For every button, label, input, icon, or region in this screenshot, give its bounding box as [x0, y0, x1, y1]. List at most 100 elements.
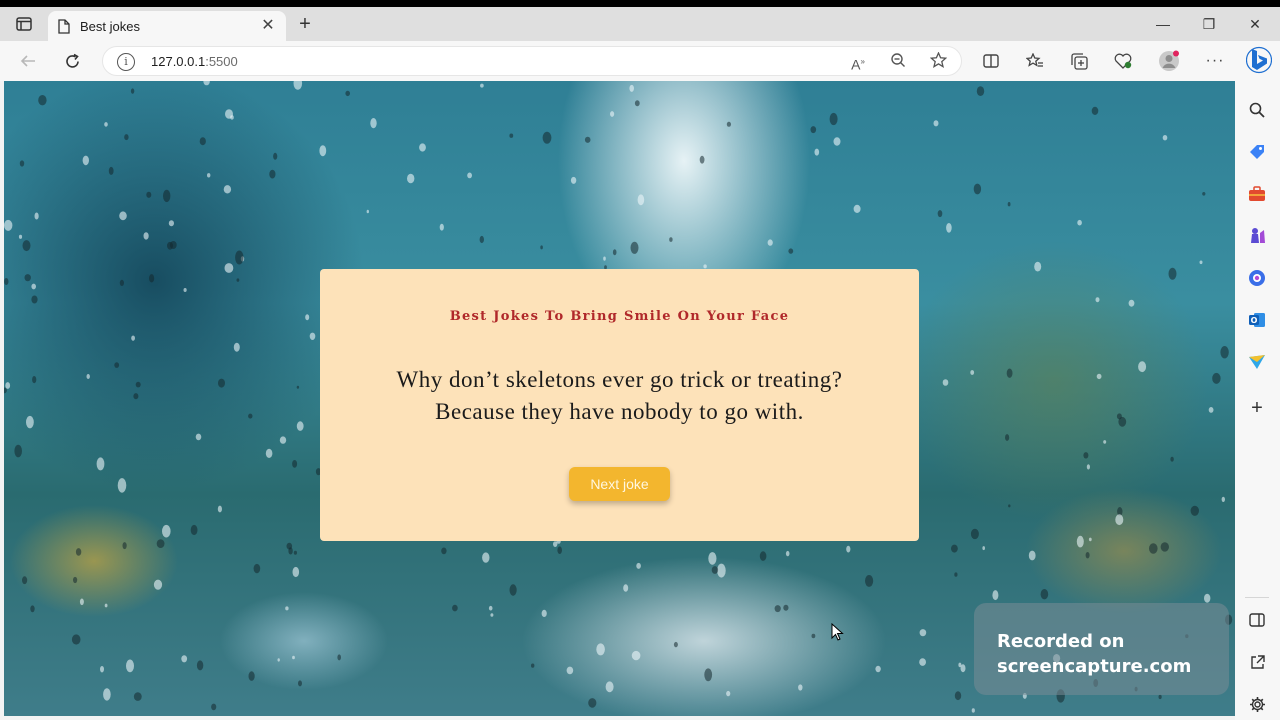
rain-drop [509, 133, 514, 138]
rain-drop [584, 136, 591, 143]
rain-drop [71, 634, 81, 645]
rain-drop [19, 160, 25, 167]
heart-pulse-icon [1114, 53, 1132, 69]
recording-watermark: Recorded on screencapture.com [974, 603, 1229, 695]
rain-drop [119, 211, 127, 221]
refresh-icon [65, 53, 79, 68]
rain-drop [345, 90, 351, 97]
split-screen-icon [983, 54, 999, 68]
sidebar-tools-button[interactable] [1246, 183, 1268, 205]
rain-drop [1091, 106, 1099, 115]
restore-button[interactable]: ❐ [1198, 13, 1220, 35]
rain-drop [1208, 407, 1214, 413]
rain-drop [637, 194, 645, 206]
address-bar[interactable]: i 127.0.0.1:5500 A» [102, 46, 962, 76]
next-joke-button[interactable]: Next joke [569, 467, 670, 501]
minimize-button[interactable]: — [1152, 13, 1174, 35]
rain-drop [669, 237, 673, 242]
rain-drop [24, 274, 31, 282]
read-aloud-icon[interactable]: A» [848, 52, 868, 73]
sidebar-drop-button[interactable] [1246, 351, 1268, 373]
sidebar-m365-button[interactable] [1246, 267, 1268, 289]
rain-drop [610, 111, 615, 117]
rain-drop [26, 415, 34, 429]
rain-drop [1160, 542, 1170, 552]
sidebar-add-button[interactable]: + [1246, 397, 1268, 419]
browser-essentials-button[interactable] [1111, 49, 1135, 73]
rain-drop [86, 374, 90, 379]
tab-strip: Best jokes ✕ + — ❐ ✕ [0, 7, 1280, 41]
rain-drop [467, 172, 472, 179]
edge-sidebar: O + [1235, 81, 1280, 720]
rain-drop [717, 563, 726, 578]
favorites-button[interactable] [1023, 49, 1047, 73]
rain-drop [480, 83, 484, 88]
rain-drop [370, 118, 377, 129]
sidebar-open-external-button[interactable] [1246, 651, 1268, 673]
rain-drop [783, 604, 789, 611]
tab-actions-button[interactable] [10, 13, 38, 35]
rain-drop [603, 256, 606, 261]
joke-text: Why don’t skeletons ever go trick or tre… [350, 364, 889, 428]
profile-button[interactable] [1157, 49, 1181, 73]
new-tab-button[interactable]: + [294, 14, 316, 36]
rain-drop [122, 542, 127, 550]
rain-drop [319, 145, 327, 157]
rain-drop [992, 590, 999, 601]
rain-drop [1204, 593, 1211, 603]
sidebar-outlook-button[interactable]: O [1246, 309, 1268, 331]
rain-drop [439, 223, 444, 231]
more-options-button[interactable]: ··· [1203, 49, 1227, 73]
rain-drop [199, 137, 206, 146]
rain-drop [566, 666, 574, 675]
rain-drop [153, 579, 163, 590]
rain-drop [1008, 504, 1011, 508]
sidebar-games-button[interactable] [1246, 225, 1268, 247]
rain-drop [726, 690, 731, 697]
copilot-button[interactable] [1245, 45, 1273, 75]
sidebar-hide-button[interactable] [1246, 609, 1268, 631]
close-tab-icon[interactable]: ✕ [260, 18, 276, 34]
rain-drop [18, 234, 23, 239]
rain-drop [133, 692, 142, 701]
rain-drop [726, 121, 732, 127]
rain-drop [954, 691, 962, 701]
chess-icon [1251, 228, 1265, 243]
tab-best-jokes[interactable]: Best jokes ✕ [48, 11, 286, 41]
rain-drop [1170, 456, 1174, 462]
rain-drop [419, 143, 426, 152]
url-host: 127.0.0.1 [151, 54, 206, 69]
tab-title: Best jokes [80, 18, 140, 34]
sidebar-settings-button[interactable] [1246, 693, 1268, 715]
rain-drop [553, 541, 558, 547]
site-info-icon[interactable]: i [117, 53, 135, 71]
rain-drop [1115, 514, 1124, 526]
refresh-button[interactable] [60, 49, 84, 73]
rain-drop [759, 551, 767, 561]
zoom-out-icon[interactable] [888, 52, 908, 72]
rain-drop [798, 684, 803, 691]
rain-drop [630, 241, 639, 254]
rain-drop [1202, 192, 1206, 196]
collections-button[interactable] [1067, 49, 1091, 73]
rain-drop [1040, 589, 1049, 600]
rain-drop [1083, 452, 1089, 459]
rain-drop [919, 658, 926, 666]
url-text[interactable]: 127.0.0.1:5500 [151, 54, 238, 69]
back-button[interactable] [16, 49, 40, 73]
rain-drop [223, 185, 232, 194]
rain-drop [104, 122, 108, 127]
sidebar-search-button[interactable] [1246, 99, 1268, 121]
close-window-button[interactable]: ✕ [1244, 13, 1266, 35]
rain-drop [482, 552, 490, 563]
rain-drop [183, 288, 187, 292]
sidebar-shopping-button[interactable] [1246, 141, 1268, 163]
rain-drop [296, 385, 300, 389]
rain-drop [224, 263, 234, 273]
send-icon [1249, 355, 1265, 369]
favorite-star-icon[interactable] [928, 51, 948, 72]
rain-drop [542, 131, 552, 144]
page-icon [58, 18, 70, 34]
split-screen-button[interactable] [979, 49, 1003, 73]
rain-drop [293, 81, 303, 90]
